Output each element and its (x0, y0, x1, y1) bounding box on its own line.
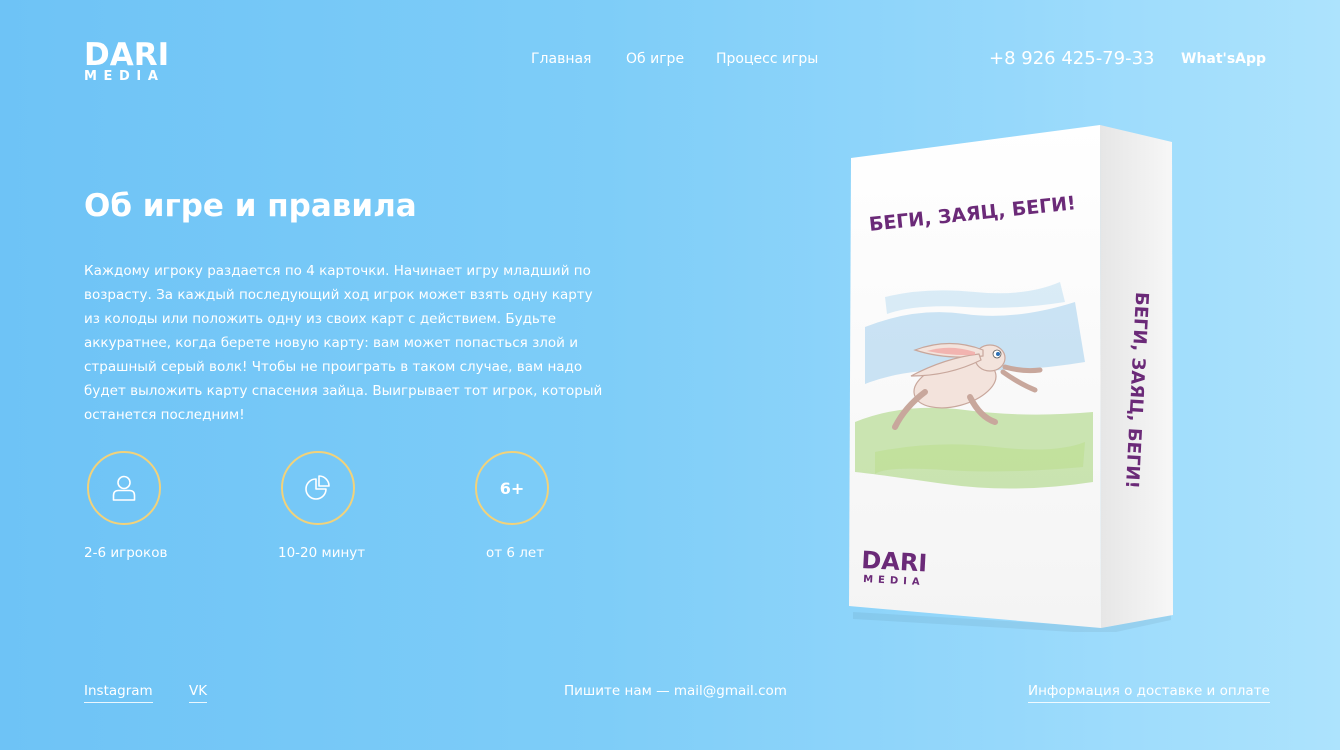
feature-label-players: 2-6 игроков (84, 545, 168, 561)
logo-text-media: MEDIA (84, 69, 165, 84)
game-box-image: БЕГИ, ЗАЯЦ, БЕГИ! БЕГИ, ЗАЯЦ, БЕГИ! DARI… (845, 122, 1180, 634)
instagram-link[interactable]: Instagram (84, 682, 153, 703)
game-description: Каждому игроку раздается по 4 карточки. … (84, 263, 603, 423)
whatsapp-link[interactable]: What'sApp (1181, 50, 1266, 68)
page-title: Об игре и правила (84, 188, 417, 224)
players-badge (87, 451, 161, 525)
box-brand-dari: DARI (861, 546, 928, 577)
age-badge-text: 6+ (499, 478, 525, 498)
feature-label-age: от 6 лет (486, 545, 545, 561)
pie-chart-icon (305, 475, 330, 500)
delivery-info-link[interactable]: Информация о доставке и оплате (1028, 682, 1270, 703)
phone-link[interactable]: +8 926 425-79-33 (989, 48, 1155, 70)
nav-item-home[interactable]: Главная (531, 50, 591, 68)
vk-link[interactable]: VK (189, 682, 208, 703)
age-badge: 6+ (475, 451, 549, 525)
feature-label-duration: 10-20 минут (278, 545, 366, 561)
duration-badge (281, 451, 355, 525)
contact-email[interactable]: Пишите нам — mail@gmail.com (564, 682, 787, 700)
user-icon (112, 475, 136, 501)
nav-item-process[interactable]: Процесс игры (716, 50, 818, 68)
nav-item-about[interactable]: Об игре (626, 50, 684, 68)
site-logo[interactable]: DARI MEDIA (84, 40, 174, 88)
logo-text-dari: DARI (84, 37, 170, 73)
